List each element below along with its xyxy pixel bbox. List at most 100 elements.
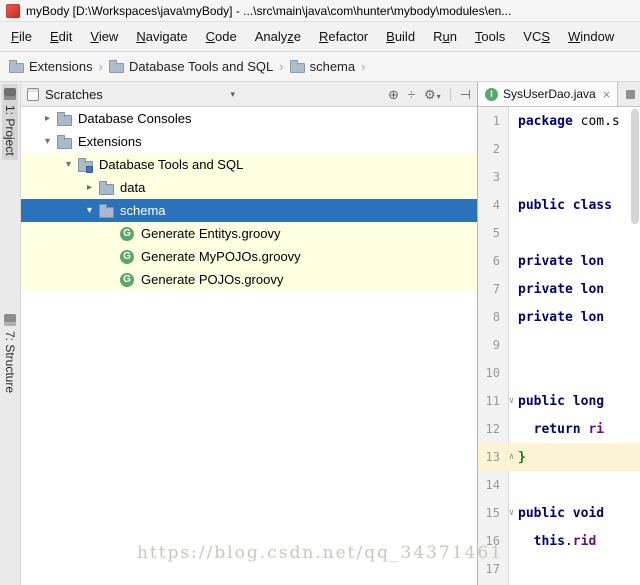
app-icon [6, 3, 20, 18]
line-number: 4 [492, 198, 500, 212]
fold-marker-icon[interactable]: ∨ [505, 508, 518, 518]
line-number: 3 [492, 170, 500, 184]
tree-item[interactable]: ▸ data [21, 176, 477, 199]
breadcrumb-item[interactable]: Database Tools and SQL [108, 57, 274, 76]
breadcrumb-item[interactable]: Extensions [8, 57, 94, 76]
chevron-icon[interactable]: ▸ [81, 182, 98, 193]
menu-item-view[interactable]: View [81, 25, 127, 48]
menu-item-code[interactable]: Code [197, 25, 246, 48]
menu-item-window[interactable]: Window [559, 25, 623, 48]
editor-line[interactable]: 17 [478, 555, 640, 583]
editor-line[interactable]: 11 ∨ public long [478, 387, 640, 415]
chevron-icon[interactable]: ▾ [39, 136, 56, 147]
editor-pane: I SysUserDao.java × 1 package com.s 2 3 4 pub… [478, 82, 640, 585]
close-icon[interactable]: × [603, 87, 611, 102]
fold-marker-icon[interactable]: ∧ [505, 452, 518, 462]
breadcrumb: Extensions › Database Tools and SQL › schema… [0, 52, 640, 82]
editor-tab[interactable]: I SysUserDao.java × [478, 82, 619, 106]
menu-item-vcs[interactable]: VCS [514, 25, 559, 48]
tree-item-label: Database Consoles [78, 111, 192, 126]
settings-gear-icon[interactable]: ⚙ ▾ [424, 88, 441, 101]
breadcrumb-label: Database Tools and SQL [128, 59, 274, 74]
menu-item-refactor[interactable]: Refactor [310, 25, 377, 48]
editor-line[interactable]: 15 ∨ public void [478, 499, 640, 527]
menu-item-navigate[interactable]: Navigate [127, 25, 196, 48]
java-interface-icon: I [485, 87, 498, 101]
editor-line[interactable]: 14 [478, 471, 640, 499]
editor-line[interactable]: 13 ∧} [478, 443, 640, 471]
editor-tab-label: SysUserDao.java [503, 87, 596, 101]
tree-item[interactable]: G Generate MyPOJOs.groovy [21, 245, 477, 268]
tree-item[interactable]: G Generate POJOs.groovy [21, 268, 477, 291]
folder-icon [98, 203, 114, 219]
tree-item-label: Generate POJOs.groovy [141, 272, 284, 287]
editor-line[interactable]: 12 return ri [478, 415, 640, 443]
hide-panel-icon[interactable]: ⊣ [460, 88, 471, 101]
breadcrumb-item[interactable]: schema [289, 57, 357, 76]
editor-line[interactable]: 5 [478, 219, 640, 247]
gear-icon: ⚙ [424, 86, 436, 102]
collapse-all-icon[interactable]: ÷ [408, 88, 415, 101]
tree-item-label: Generate MyPOJOs.groovy [141, 249, 301, 264]
line-number: 2 [492, 142, 500, 156]
code-text: } [518, 449, 526, 465]
code-text: public long [518, 393, 605, 409]
line-number: 6 [492, 254, 500, 268]
code-text: public class [518, 197, 620, 213]
editor-line[interactable]: 1 package com.s [478, 107, 640, 135]
line-number: 17 [485, 562, 500, 576]
tree-item[interactable]: ▾ schema [21, 199, 477, 222]
tool-stripe-tab-project[interactable]: 1: Project [2, 84, 18, 160]
chevron-icon[interactable]: ▾ [60, 159, 77, 170]
line-number: 1 [492, 114, 500, 128]
menu-item-build[interactable]: Build [377, 25, 424, 48]
editor-scrollbar[interactable] [630, 107, 640, 585]
menu-item-analyze[interactable]: Analyze [246, 25, 310, 48]
chevron-icon[interactable]: ▾ [81, 205, 98, 216]
tree-item[interactable]: G Generate Entitys.groovy [21, 222, 477, 245]
editor-line[interactable]: 4 public class [478, 191, 640, 219]
fold-marker-icon[interactable]: ∨ [505, 396, 518, 406]
tree-item-label: schema [120, 203, 166, 218]
menu-item-edit[interactable]: Edit [41, 25, 81, 48]
line-number: 12 [485, 422, 500, 436]
tree-item[interactable]: ▾ Extensions [21, 130, 477, 153]
tree-item-label: Database Tools and SQL [99, 157, 244, 172]
folder-icon [289, 60, 305, 73]
code-editor[interactable]: 1 package com.s 2 3 4 public class 5 6 private … [478, 107, 640, 585]
code-text: public void [518, 505, 605, 521]
view-combo[interactable]: Scratches ▾ [45, 87, 235, 102]
plugin-badge-icon [86, 165, 93, 173]
editor-line[interactable]: 3 [478, 163, 640, 191]
chevron-icon[interactable]: ▸ [39, 113, 56, 124]
editor-line[interactable]: 7 private lon [478, 275, 640, 303]
folder-icon [98, 180, 114, 196]
editor-settings-icon[interactable] [626, 89, 635, 99]
editor-lines: 1 package com.s 2 3 4 public class 5 6 private … [478, 107, 640, 583]
menu-item-run[interactable]: Run [424, 25, 466, 48]
menu-item-tools[interactable]: Tools [466, 25, 514, 48]
locate-icon[interactable]: ⊕ [388, 88, 399, 101]
line-number: 16 [485, 534, 500, 548]
line-number: 7 [492, 282, 500, 296]
editor-line[interactable]: 6 private lon [478, 247, 640, 275]
editor-line[interactable]: 10 [478, 359, 640, 387]
tree-item[interactable]: ▸ Database Consoles [21, 107, 477, 130]
editor-line[interactable]: 9 [478, 331, 640, 359]
folder-icon [56, 134, 72, 150]
breadcrumb-separator-icon: › [98, 59, 103, 74]
pane-header-icons: ⊕ ÷ ⚙ ▾ ⊣ [388, 87, 471, 101]
tree-item[interactable]: ▾ Database Tools and SQL [21, 153, 477, 176]
code-text: private lon [518, 253, 605, 269]
editor-line[interactable]: 16 this.rid [478, 527, 640, 555]
tool-stripe-tab-structure[interactable]: 7: Structure [2, 310, 18, 397]
editor-line[interactable]: 2 [478, 135, 640, 163]
menu-item-file[interactable]: File [2, 25, 41, 48]
window-title: myBody [D:\Workspaces\java\myBody] - ...… [26, 3, 512, 18]
tool-window-stripe: 1: Project 7: Structure [0, 82, 21, 585]
breadcrumb-separator-icon: › [361, 59, 366, 74]
header-divider [449, 87, 451, 101]
project-pane: Scratches ▾ ⊕ ÷ ⚙ ▾ ⊣ ▸ Database Consoles ▾… [21, 82, 478, 585]
scrollbar-thumb[interactable] [631, 109, 639, 224]
editor-line[interactable]: 8 private lon [478, 303, 640, 331]
